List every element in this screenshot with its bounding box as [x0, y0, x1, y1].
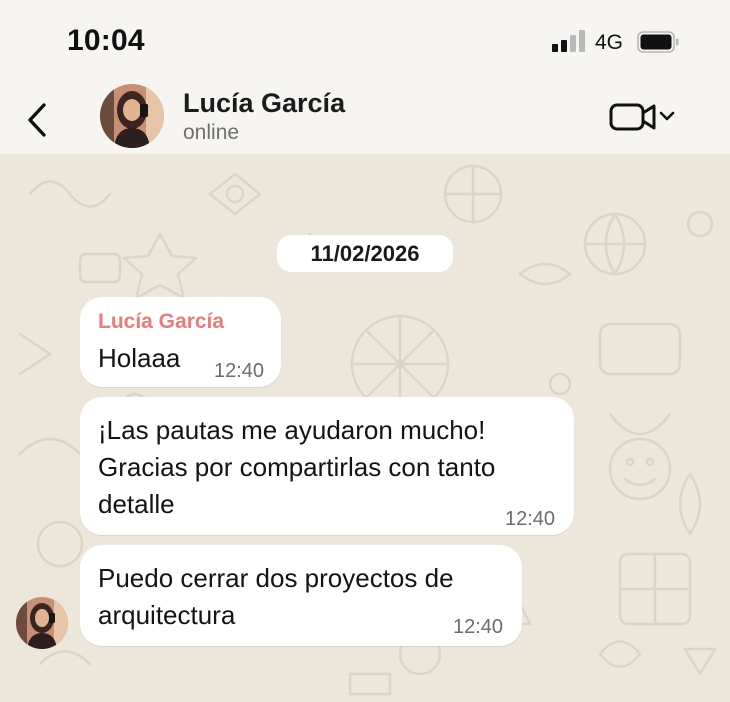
message-timestamp: 12:40: [505, 508, 556, 530]
message-text: ¡Las pautas me ayudaron mucho! Gracias p…: [98, 415, 496, 519]
message-timestamp: 12:40: [214, 360, 265, 382]
message-sender[interactable]: Lucía García: [98, 310, 224, 334]
video-camera-icon[interactable]: [608, 100, 680, 134]
chevron-down-icon: [659, 111, 675, 121]
battery-icon: [637, 31, 679, 53]
contact-name[interactable]: Lucía García: [183, 88, 345, 119]
chat-header: Lucía García online: [0, 84, 730, 154]
network-type: 4G: [595, 31, 624, 54]
message-bubble[interactable]: Puedo cerrar dos proyectos de arquitectu…: [80, 545, 522, 646]
message-bubble[interactable]: ¡Las pautas me ayudaron mucho! Gracias p…: [80, 397, 574, 535]
cellular-signal-icon: [552, 30, 586, 52]
avatar[interactable]: [100, 84, 164, 148]
message-timestamp: 12:40: [453, 616, 504, 638]
date-separator: 11/02/2026: [277, 235, 453, 272]
chat-area[interactable]: 11/02/2026 Lucía García Holaaa 12:40 ¡La…: [0, 154, 730, 702]
message-text: Puedo cerrar dos proyectos de arquitectu…: [98, 563, 454, 630]
message-text: Holaaa: [98, 343, 181, 373]
status-bar: 10:04 4G: [0, 0, 730, 84]
chevron-left-icon[interactable]: [25, 102, 51, 138]
contact-status: online: [183, 121, 240, 144]
sender-avatar[interactable]: [16, 597, 68, 649]
message-bubble[interactable]: Lucía García Holaaa 12:40: [80, 297, 281, 387]
status-time: 10:04: [67, 24, 145, 57]
